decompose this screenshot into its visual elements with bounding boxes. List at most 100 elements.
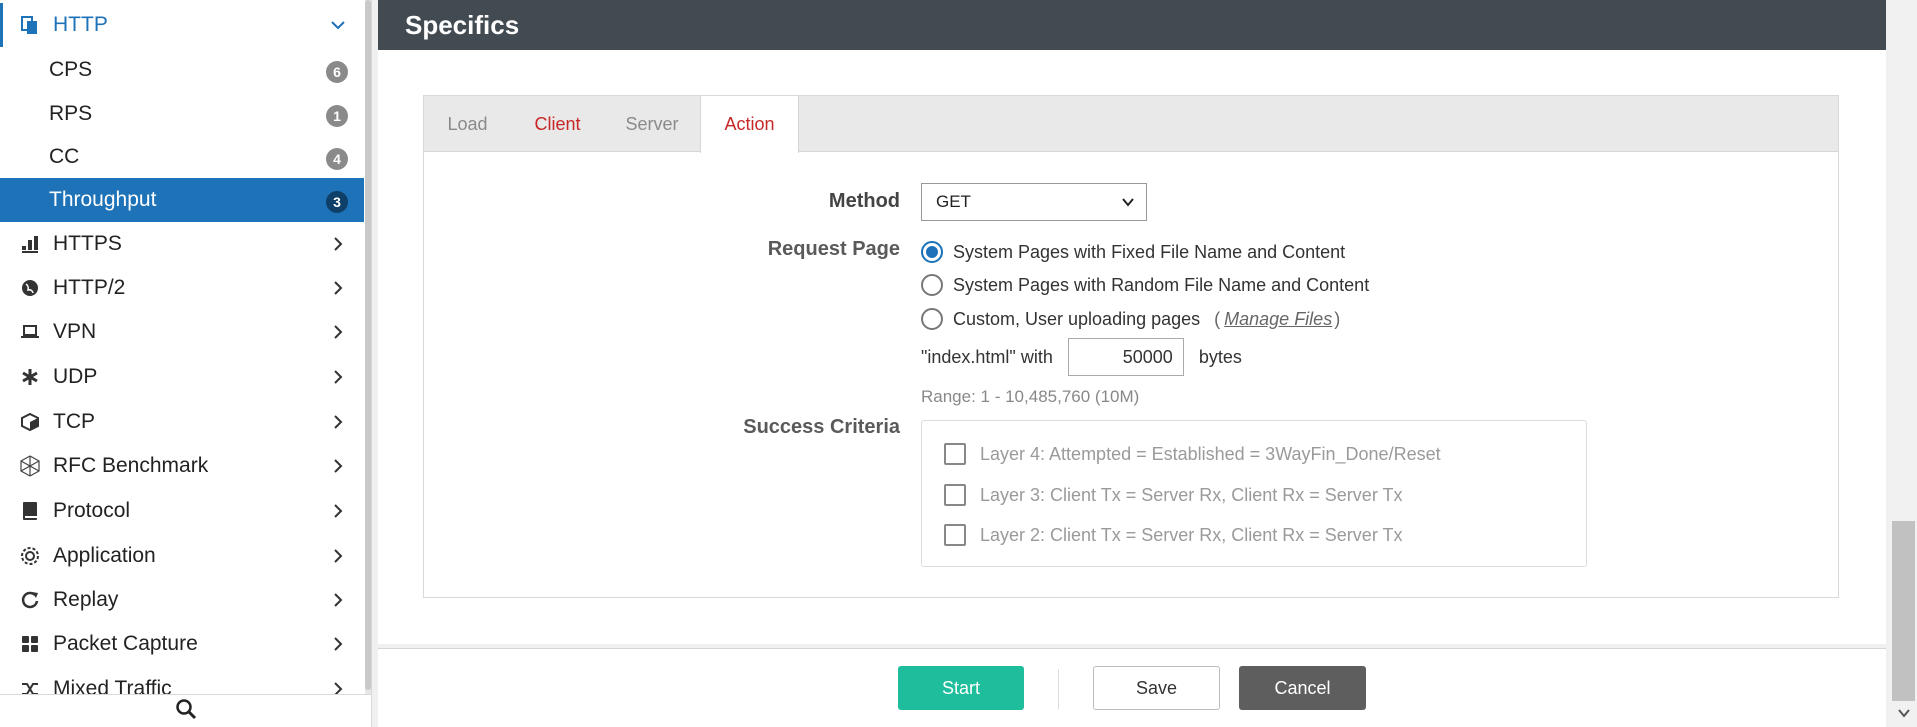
start-button[interactable]: Start: [898, 666, 1024, 710]
main-content: Specifics Load Client Server Action Meth…: [378, 0, 1886, 727]
http-copy-icon: [19, 14, 41, 36]
sidebar-item-packet-capture[interactable]: Packet Capture: [0, 622, 364, 666]
chevron-down-icon: [328, 15, 348, 35]
size-input[interactable]: 50000: [1067, 338, 1184, 376]
criteria-box: Layer 4: Attempted = Established = 3WayF…: [921, 420, 1587, 567]
chevron-right-icon: [328, 456, 348, 476]
checkbox[interactable]: [944, 484, 966, 506]
checkbox-label: Layer 3: Client Tx = Server Rx, Client R…: [980, 484, 1403, 505]
sidebar-item-label: Mixed Traffic: [53, 677, 172, 694]
checkbox[interactable]: [944, 443, 966, 465]
tab-client[interactable]: Client: [511, 96, 604, 152]
sidebar-nav: HTTP CPS 6 RPS 1 CC 4 Throughput 3 HTTPS: [0, 0, 372, 694]
sidebar-item-tcp[interactable]: TCP: [0, 400, 364, 444]
chevron-right-icon: [328, 501, 348, 521]
radio-button-checked[interactable]: [921, 241, 943, 263]
count-badge: 6: [326, 61, 348, 83]
radio-label: System Pages with Random File Name and C…: [953, 274, 1370, 295]
sidebar-subitem-label: CC: [49, 145, 80, 168]
search-icon: [175, 698, 197, 725]
range-note: Range: 1 - 10,485,760 (10M): [921, 387, 1140, 406]
sidebar-subitem-rps[interactable]: RPS 1: [0, 92, 364, 136]
sidebar-item-label: Protocol: [53, 499, 131, 522]
sidebar-subitem-cps[interactable]: CPS 6: [0, 48, 364, 92]
method-value: GET: [936, 192, 971, 211]
page-scrollbar[interactable]: [1890, 0, 1917, 727]
scrollbar-thumb[interactable]: [365, 0, 371, 690]
radio-label: Custom, User uploading pages: [953, 308, 1201, 329]
sidebar-subitem-label: Throughput: [49, 188, 157, 211]
sidebar-item-label: Packet Capture: [53, 632, 198, 655]
sidebar-item-mixed-traffic[interactable]: Mixed Traffic: [0, 667, 364, 694]
chevron-right-icon: [328, 278, 348, 298]
sidebar-item-label: HTTP/2: [53, 276, 126, 299]
radio-button[interactable]: [921, 274, 943, 296]
sidebar-item-https[interactable]: HTTPS: [0, 222, 364, 266]
sidebar-item-http2[interactable]: HTTP/2: [0, 266, 364, 310]
count-badge: 1: [326, 105, 348, 127]
sidebar-item-replay[interactable]: Replay: [0, 578, 364, 622]
tab-load[interactable]: Load: [424, 96, 511, 152]
scroll-down-arrow-icon[interactable]: [1897, 706, 1911, 720]
cancel-button[interactable]: Cancel: [1239, 666, 1366, 710]
chevron-right-icon: [328, 322, 348, 342]
method-select[interactable]: GET: [921, 183, 1147, 221]
sidebar-subitem-label: RPS: [49, 102, 93, 125]
laptop-icon: [19, 321, 41, 343]
network-icon: [19, 455, 41, 477]
sidebar-item-label: Application: [53, 544, 156, 567]
sidebar-item-http[interactable]: HTTP: [0, 3, 364, 47]
sidebar-item-label: RFC Benchmark: [53, 454, 209, 477]
sidebar-item-protocol[interactable]: Protocol: [0, 489, 364, 533]
sidebar-item-label: UDP: [53, 365, 98, 388]
sidebar-scrollbar[interactable]: [365, 0, 371, 694]
index-size-row: "index.html" with 50000 bytes: [921, 338, 1242, 376]
manage-files-link[interactable]: Manage Files: [1224, 309, 1332, 330]
radio-fixed-pages[interactable]: System Pages with Fixed File Name and Co…: [921, 239, 1345, 265]
sidebar-item-application[interactable]: Application: [0, 534, 364, 578]
success-criteria-label: Success Criteria: [743, 416, 900, 438]
sidebar-subitem-cc[interactable]: CC 4: [0, 135, 364, 179]
divider: [1058, 669, 1059, 709]
chevron-right-icon: [328, 590, 348, 610]
save-button[interactable]: Save: [1093, 666, 1220, 710]
chevron-right-icon: [328, 412, 348, 432]
content-area: Load Client Server Action Method GET Req…: [378, 50, 1886, 644]
sidebar-subitem-throughput[interactable]: Throughput 3: [0, 178, 364, 222]
sidebar-item-udp[interactable]: UDP: [0, 355, 364, 399]
asterisk-icon: [19, 366, 41, 388]
radio-random-pages[interactable]: System Pages with Random File Name and C…: [921, 272, 1369, 298]
checkbox-label: Layer 2: Client Tx = Server Rx, Client R…: [980, 524, 1403, 545]
tab-server[interactable]: Server: [604, 96, 700, 152]
globe-icon: [19, 277, 41, 299]
sidebar-search-button[interactable]: [0, 694, 372, 727]
sidebar: HTTP CPS 6 RPS 1 CC 4 Throughput 3 HTTPS: [0, 0, 372, 727]
sidebar-item-vpn[interactable]: VPN: [0, 310, 364, 354]
tab-action[interactable]: Action: [700, 96, 799, 153]
cube-icon: [19, 411, 41, 433]
gear-icon: [19, 545, 41, 567]
sidebar-item-label: HTTPS: [53, 232, 122, 255]
replay-icon: [19, 589, 41, 611]
chevron-right-icon: [328, 634, 348, 654]
request-page-label: Request Page: [767, 238, 900, 260]
count-badge: 3: [326, 191, 348, 213]
sidebar-item-rfc-benchmark[interactable]: RFC Benchmark: [0, 444, 364, 488]
criteria-layer2[interactable]: Layer 2: Client Tx = Server Rx, Client R…: [944, 522, 1402, 548]
count-badge: 4: [326, 148, 348, 170]
scrollbar-thumb[interactable]: [1892, 521, 1915, 701]
chevron-right-icon: [328, 546, 348, 566]
footer-bar: Start Save Cancel: [378, 648, 1886, 727]
sidebar-item-label: TCP: [53, 410, 95, 433]
bars-icon: [19, 233, 41, 255]
method-label: Method: [828, 190, 900, 212]
criteria-layer4[interactable]: Layer 4: Attempted = Established = 3WayF…: [944, 441, 1441, 467]
shuffle-icon: [19, 678, 41, 694]
chevron-right-icon: [328, 234, 348, 254]
checkbox-label: Layer 4: Attempted = Established = 3WayF…: [980, 443, 1441, 464]
criteria-layer3[interactable]: Layer 3: Client Tx = Server Rx, Client R…: [944, 482, 1402, 508]
radio-custom-pages[interactable]: Custom, User uploading pages ( Manage Fi…: [921, 306, 1340, 332]
radio-button[interactable]: [921, 308, 943, 330]
checkbox[interactable]: [944, 524, 966, 546]
book-icon: [19, 500, 41, 522]
